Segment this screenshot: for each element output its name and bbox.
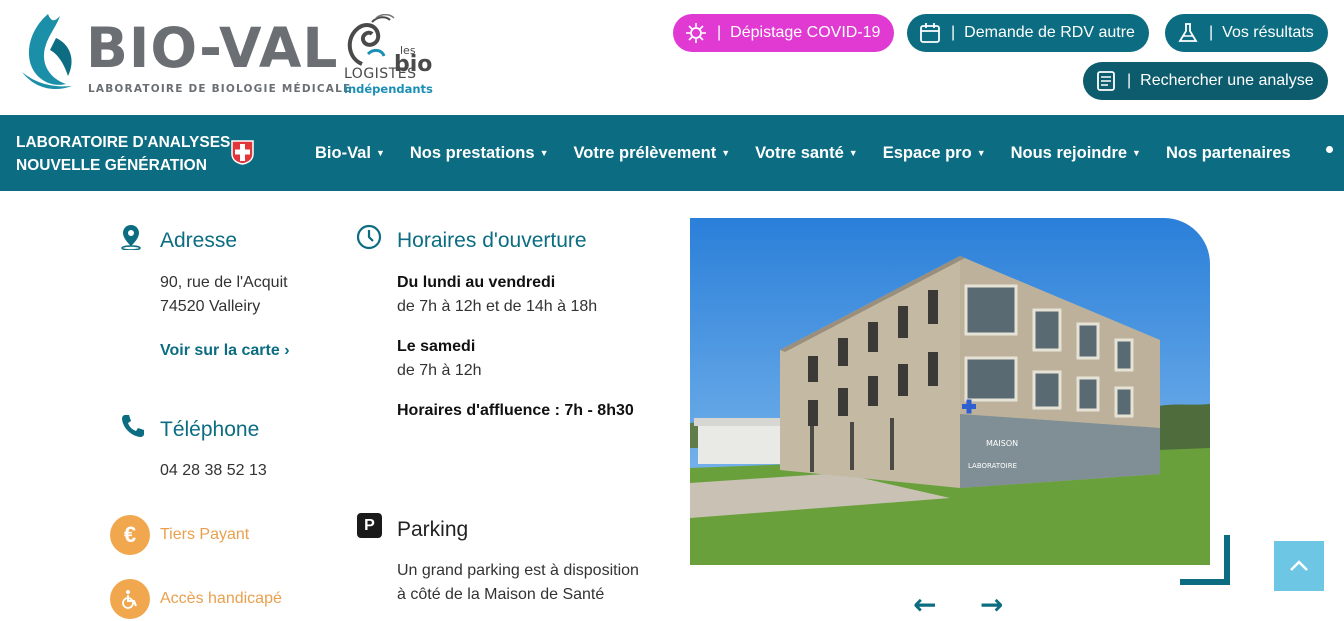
nav-item-label: Bio-Val: [315, 143, 371, 162]
nav-item-label: Nos prestations: [409, 143, 535, 162]
chevron-down-icon: ▼: [375, 148, 385, 158]
building-sign-maison: MAISON: [986, 439, 1018, 448]
tiers-payant-label: Tiers Payant: [160, 526, 250, 543]
results-button-label: Vos résultats: [1222, 24, 1314, 41]
appointment-request-button[interactable]: | Demande de RDV autre: [907, 14, 1149, 52]
chevron-down-icon: ▼: [976, 148, 986, 158]
nav-item-label: Votre prélèvement: [573, 143, 717, 162]
nav-item-sante[interactable]: Votre santé ▼: [755, 144, 858, 163]
scroll-to-top-button[interactable]: [1274, 541, 1324, 591]
carousel-prev-arrow-icon[interactable]: ←: [913, 588, 936, 621]
nav-item-espace-pro[interactable]: Espace pro ▼: [883, 144, 986, 163]
wheelchair-icon: [110, 579, 150, 619]
search-button-label: Rechercher une analyse: [1140, 72, 1314, 89]
photo-frame-accent: [1180, 535, 1230, 585]
address-title: Adresse: [160, 229, 238, 252]
covid-screening-button[interactable]: | Dépistage COVID-19: [673, 14, 895, 52]
nav-item-label: Espace pro: [882, 143, 972, 162]
address-line2: 74520 Valleiry: [160, 298, 261, 315]
partner-independants: indépendants: [344, 82, 433, 96]
chevron-down-icon: ▼: [721, 148, 731, 158]
view-map-link[interactable]: Voir sur la carte ›: [160, 342, 290, 360]
search-separator: |: [1127, 72, 1132, 89]
weekdays-label: Du lundi au vendredi: [397, 274, 556, 291]
logo-name: BIO-VAL: [86, 16, 339, 80]
partner-logistes: LOGISTES: [344, 66, 417, 82]
covid-button-label: Dépistage COVID-19: [730, 24, 881, 41]
saturday-hours: de 7h à 12h: [397, 362, 482, 379]
nav-item-prelevement[interactable]: Votre prélèvement ▼: [573, 144, 730, 163]
building-sign-laboratoire: LABORATOIRE: [968, 462, 1017, 470]
covid-separator: |: [717, 24, 722, 41]
results-separator: |: [1209, 24, 1214, 41]
phone-number-link[interactable]: 04 28 38 52 13: [160, 459, 267, 483]
nav-brand[interactable]: LABORATOIRE D'ANALYSES NOUVELLE GÉNÉRATI…: [16, 131, 230, 177]
nav-item-label: Nous rejoindre: [1010, 143, 1128, 162]
nav-item-bio-val[interactable]: Bio-Val ▼: [315, 144, 385, 163]
nav-item-label: Votre santé: [755, 143, 844, 162]
tiers-payant-feature: € Tiers Payant: [110, 515, 249, 555]
parking-icon: P: [357, 513, 382, 538]
chevron-up-icon: [1290, 560, 1308, 571]
nav-item-partenaires[interactable]: Nos partenaires: [1166, 144, 1291, 163]
building-illustration: MAISON LABORATOIRE: [690, 218, 1210, 565]
biologistes-swirl-icon: [347, 14, 395, 66]
rdv-separator: |: [951, 24, 956, 41]
les-biologistes-logo[interactable]: les bio LOGISTES indépendants: [342, 14, 433, 98]
rdv-button-label: Demande de RDV autre: [964, 24, 1135, 41]
nav-more-dot[interactable]: [1326, 146, 1333, 153]
parking-title: Parking: [397, 518, 469, 541]
handicap-access-feature: Accès handicapé: [110, 579, 282, 619]
chevron-down-icon: ▼: [848, 148, 858, 158]
nav-menu: Bio-Val ▼ Nos prestations ▼ Votre prélèvem…: [315, 115, 1316, 191]
hours-title: Horaires d'ouverture: [397, 229, 587, 252]
laboratory-building-photo: MAISON LABORATOIRE: [690, 218, 1210, 565]
search-analysis-button[interactable]: | Rechercher une analyse: [1083, 62, 1328, 100]
nav-brand-line2: NOUVELLE GÉNÉRATION: [16, 157, 207, 174]
virus-icon: [686, 23, 706, 43]
saturday-label: Le samedi: [397, 338, 476, 355]
parking-line1: Un grand parking est à disposition: [397, 562, 639, 579]
carousel-next-arrow-icon[interactable]: →: [980, 588, 1003, 621]
flask-icon: [1178, 23, 1198, 42]
main-navbar: LABORATOIRE D'ANALYSES NOUVELLE GÉNÉRATI…: [0, 115, 1344, 191]
clock-icon: [356, 224, 382, 250]
phone-icon: [122, 415, 144, 437]
nav-item-label: Nos partenaires: [1165, 143, 1291, 162]
phone-title: Téléphone: [160, 418, 260, 441]
rush-hours: Horaires d'affluence : 7h - 8h30: [397, 402, 634, 419]
map-pin-icon: [121, 225, 141, 250]
biova-logo-mark-icon: [22, 14, 72, 90]
nav-item-rejoindre[interactable]: Nous rejoindre ▼: [1011, 144, 1141, 163]
results-button[interactable]: | Vos résultats: [1165, 14, 1328, 52]
logo-tagline: LABORATOIRE DE BIOLOGIE MÉDICALE: [88, 83, 352, 95]
address-line1: 90, rue de l'Acquit: [160, 274, 288, 291]
nav-item-prestations[interactable]: Nos prestations ▼: [410, 144, 549, 163]
chevron-down-icon: ▼: [1132, 148, 1141, 158]
document-icon: [1097, 71, 1115, 91]
nav-brand-line1: LABORATOIRE D'ANALYSES: [16, 134, 231, 151]
weekdays-hours: de 7h à 12h et de 14h à 18h: [397, 298, 598, 315]
euro-icon: €: [110, 515, 150, 555]
site-header: BIO-VAL LABORATOIRE DE BIOLOGIE MÉDICALE…: [0, 0, 1344, 115]
calendar-icon: [920, 23, 940, 43]
parking-line2: à côté de la Maison de Santé: [397, 586, 605, 603]
savoie-flag-icon: [231, 140, 254, 165]
chevron-down-icon: ▼: [539, 148, 549, 158]
handicap-label: Accès handicapé: [160, 590, 282, 607]
